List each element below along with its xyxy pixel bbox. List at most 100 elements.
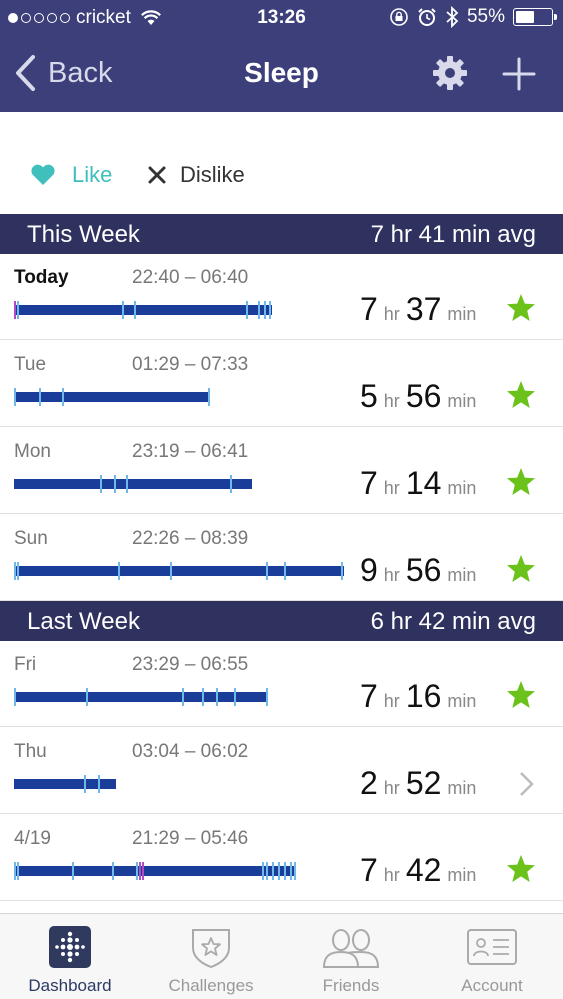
duration-min-unit: min — [447, 691, 477, 711]
goal-met-star-icon — [507, 855, 535, 882]
duration-minutes: 56 — [405, 378, 442, 414]
duration-hr-unit: hr — [383, 865, 400, 885]
awake-mark — [84, 775, 86, 793]
like-button[interactable]: Like — [30, 162, 112, 188]
sleep-log-row[interactable]: Today 22:40 – 06:40 7 hr 37 min — [0, 253, 563, 340]
sleep-time-range: 22:26 – 08:39 — [132, 528, 249, 549]
sleep-duration: 7 hr 14 min — [360, 465, 482, 502]
awake-mark — [278, 862, 280, 880]
sleep-timeline-bar — [14, 562, 344, 580]
awake-mark — [170, 562, 172, 580]
sleep-log-row[interactable]: Fri 23:29 – 06:55 7 hr 16 min — [0, 640, 563, 727]
sleep-time-range: 22:40 – 06:40 — [132, 267, 249, 288]
sleep-duration: 7 hr 16 min — [360, 678, 482, 715]
awake-mark — [341, 562, 343, 580]
sleep-timeline-bar — [14, 862, 296, 880]
battery-percent: 55% — [466, 6, 505, 27]
feedback-bar: Like Dislike — [0, 112, 563, 214]
sleep-time-range: 01:29 – 07:33 — [132, 354, 249, 375]
sleep-log-row[interactable]: Sun 22:26 – 08:39 9 hr 56 min — [0, 514, 563, 601]
dashboard-icon — [49, 926, 91, 968]
duration-hr-unit: hr — [383, 778, 400, 798]
awake-mark — [266, 688, 268, 706]
add-icon[interactable] — [502, 57, 536, 91]
awake-mark — [122, 301, 124, 319]
heart-icon — [31, 164, 55, 185]
goal-met-star-icon — [507, 555, 535, 582]
tab-label: Friends — [322, 976, 380, 995]
awake-mark — [266, 862, 268, 880]
asleep-segment — [14, 479, 252, 489]
sleep-day: Fri — [14, 654, 37, 675]
app-header: cricket 13:26 55% Back Sleep — [0, 0, 563, 112]
status-bar: cricket 13:26 55% — [0, 0, 563, 38]
duration-hr-unit: hr — [383, 691, 400, 711]
duration-hr-unit: hr — [383, 304, 400, 324]
sleep-log-row[interactable]: 4/19 21:29 – 05:46 7 hr 42 min — [0, 814, 563, 901]
gear-icon[interactable] — [432, 55, 468, 91]
dislike-label: Dislike — [180, 162, 245, 187]
awake-mark — [14, 862, 16, 880]
duration-minutes: 37 — [405, 291, 442, 327]
awake-mark — [272, 862, 274, 880]
battery-icon — [513, 8, 557, 26]
duration-hours: 7 — [360, 291, 378, 327]
awake-mark — [182, 688, 184, 706]
awake-mark — [14, 688, 16, 706]
awake-mark — [17, 301, 19, 319]
chevron-right-icon[interactable] — [516, 771, 536, 797]
tab-challenges[interactable]: Challenges — [141, 914, 281, 999]
awake-mark — [114, 475, 116, 493]
sleep-log-row[interactable]: Tue 01:29 – 07:33 5 hr 56 min — [0, 340, 563, 427]
awake-mark — [136, 862, 138, 880]
awake-mark — [258, 301, 260, 319]
section-header-this-week: This Week 7 hr 41 min avg — [0, 214, 563, 254]
duration-min-unit: min — [447, 778, 477, 798]
awake-mark — [86, 688, 88, 706]
sleep-duration: 5 hr 56 min — [360, 378, 482, 415]
sleep-time-range: 23:29 – 06:55 — [132, 654, 249, 675]
asleep-segment — [14, 692, 268, 702]
awake-mark — [14, 388, 16, 406]
duration-min-unit: min — [447, 478, 477, 498]
awake-mark — [264, 301, 266, 319]
duration-hr-unit: hr — [383, 478, 400, 498]
awake-mark — [262, 862, 264, 880]
duration-hours: 2 — [360, 765, 378, 801]
awake-mark — [216, 688, 218, 706]
awake-mark — [266, 562, 268, 580]
sleep-time-range: 21:29 – 05:46 — [132, 828, 249, 849]
tab-dashboard[interactable]: Dashboard — [0, 914, 140, 999]
rotation-lock-icon — [390, 8, 408, 26]
account-icon — [467, 929, 517, 965]
tab-friends[interactable]: Friends — [281, 914, 421, 999]
asleep-segment — [14, 566, 344, 576]
sleep-day: Mon — [14, 441, 51, 462]
tab-label: Challenges — [168, 976, 254, 995]
awake-mark — [134, 301, 136, 319]
goal-met-star-icon — [507, 681, 535, 708]
sleep-time-range: 03:04 – 06:02 — [132, 741, 249, 762]
sleep-log-row[interactable]: Mon 23:19 – 06:41 7 hr 14 min — [0, 427, 563, 514]
section-header-last-week: Last Week 6 hr 42 min avg — [0, 601, 563, 641]
status-right: 55% — [389, 6, 557, 28]
awake-mark — [246, 301, 248, 319]
awake-mark — [72, 862, 74, 880]
asleep-segment — [14, 305, 272, 315]
duration-hours: 7 — [360, 465, 378, 501]
restless-mark — [139, 862, 141, 880]
duration-minutes: 42 — [405, 852, 442, 888]
awake-mark — [208, 388, 210, 406]
asleep-segment — [14, 392, 210, 402]
awake-mark — [112, 862, 114, 880]
section-average: 6 hr 42 min avg — [370, 608, 536, 635]
awake-mark — [202, 688, 204, 706]
tab-label: Dashboard — [28, 976, 112, 995]
tab-label: Account — [461, 976, 523, 995]
asleep-segment — [14, 866, 296, 876]
duration-min-unit: min — [447, 391, 477, 411]
awake-mark — [100, 475, 102, 493]
dislike-button[interactable]: Dislike — [148, 162, 245, 188]
tab-account[interactable]: Account — [422, 914, 562, 999]
sleep-log-row[interactable]: Thu 03:04 – 06:02 2 hr 52 min — [0, 727, 563, 814]
